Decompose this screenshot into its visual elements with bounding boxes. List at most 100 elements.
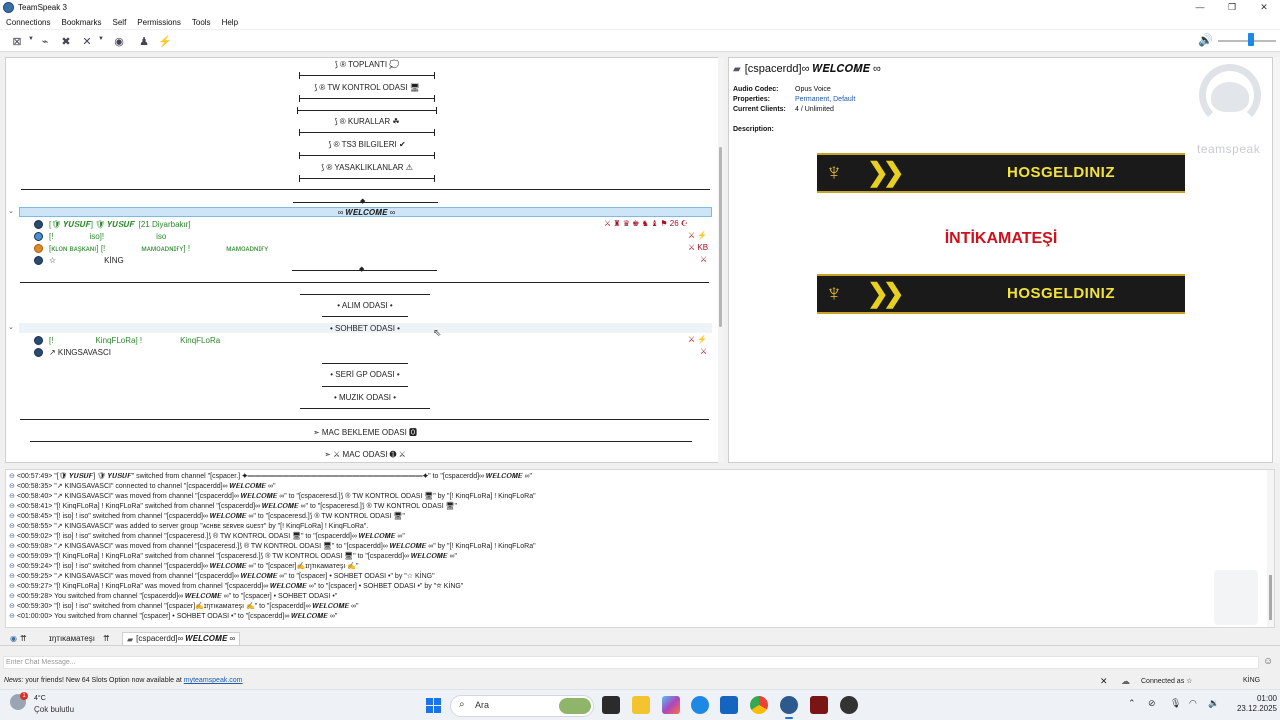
separator (299, 132, 435, 133)
away-icon[interactable]: ✖ (58, 33, 74, 49)
client-row[interactable]: [! iso]! iso (34, 231, 166, 242)
mute-microphone-icon[interactable]: ✕ (79, 33, 95, 49)
file-explorer-icon[interactable] (632, 696, 650, 714)
microphone-icon[interactable]: 🎙 (1170, 698, 1181, 709)
speaker-icon[interactable]: 🔊 (1198, 33, 1213, 47)
channel-tw-kontrol[interactable]: ⟆ ® TW KONTROL ODASI 🖥 (299, 83, 435, 92)
client-row[interactable]: ☆ KİNG (34, 255, 124, 266)
client-row[interactable]: [! KinqFLoRa] ! KinqFLoRa (34, 335, 220, 346)
client-row[interactable]: [🛡 𝒀𝑼𝑺𝑼𝑭] 🛡 𝒀𝑼𝑺𝑼𝑭 [21 Diyarbakır] (34, 219, 191, 230)
menu-help[interactable]: Help (222, 18, 238, 27)
contacts-icon[interactable]: ♟ (136, 33, 152, 49)
channel-yasakliklanlar[interactable]: ⟆ ® YASAKLIKLANLAR ⚠ (299, 163, 435, 172)
tab-welcome[interactable]: ▰ [cspacerdd]∞ 𝑾𝑬𝑳𝑪𝑶𝑴𝑬 ∞ (122, 632, 241, 645)
tray-chevron-icon[interactable]: ⌃ (1128, 698, 1136, 709)
separator (299, 75, 435, 76)
channel-sohbet[interactable]: • SOHBET ODASI • (300, 324, 430, 333)
cloud-icon: ☁ (1121, 676, 1130, 686)
bookmark-icon[interactable]: ⚡ (157, 33, 173, 49)
game-icon[interactable] (810, 696, 828, 714)
channel-mac-bekleme[interactable]: ➣ MAC BEKLEME ODASI 🅾 (290, 427, 440, 438)
log-scrollbar[interactable] (1267, 470, 1274, 627)
channel-muzik[interactable]: • MUZIK ODASI • (300, 393, 430, 402)
client-row[interactable]: ↗ KINGSAVASCI (34, 347, 111, 358)
properties-value[interactable]: Permanent, Default (795, 96, 855, 103)
mute-speakers-icon[interactable]: ◉ (111, 33, 127, 49)
minimize-button[interactable]: — (1184, 0, 1216, 15)
expand-caret-icon[interactable]: ⌄ (8, 323, 14, 331)
info-scrollbar[interactable] (1273, 57, 1280, 463)
menu-bookmarks[interactable]: Bookmarks (61, 18, 101, 27)
channel-ts3-bilgileri[interactable]: ⟆ ® TS3 BILGILERI ✔ (299, 140, 435, 149)
volume-slider-handle[interactable] (1248, 33, 1254, 46)
info-icon: ⊖ (9, 473, 15, 480)
teamspeak-taskbar-icon[interactable] (780, 696, 798, 719)
separator-tick (434, 72, 435, 79)
banner-text: HOSGELDINIZ (1006, 285, 1115, 302)
channel-alim[interactable]: • ALIM ODASI • (300, 301, 430, 310)
menu-tools[interactable]: Tools (192, 18, 211, 27)
log-line: ⊖ <00:58:55> "↗ KINGSAVASCI" was added to… (9, 523, 369, 530)
log-line: ⊖ <00:58:40> "↗ KINGSAVASCI" was moved fr… (9, 493, 536, 500)
expand-caret-icon[interactable]: ⌄ (8, 207, 14, 215)
separator-long (21, 189, 710, 190)
welcome-banner: ♆ ❯❯ HOSGELDINIZ (817, 274, 1185, 314)
chat-input[interactable]: Enter Chat Message... (3, 656, 1259, 669)
channel-seri-gp[interactable]: • SERİ GP ODASI • (300, 370, 430, 379)
log-line: ⊖ <00:59:25> "↗ KINGSAVASCI" was moved fr… (9, 573, 435, 580)
menu-self[interactable]: Self (113, 18, 127, 27)
chrome-icon[interactable] (750, 696, 768, 714)
menu-connections[interactable]: Connections (6, 18, 50, 27)
volume-icon[interactable]: 🔉 (1208, 698, 1219, 709)
search-highlight-icon (559, 698, 591, 714)
chevron-down-icon[interactable]: ▼ (98, 36, 104, 42)
connect-icon[interactable]: ⊠ (9, 33, 25, 49)
start-button[interactable] (426, 698, 441, 713)
restore-button[interactable]: ❐ (1216, 0, 1248, 15)
channel-toplanti[interactable]: ⟆ ® TOPLANTI 💭 (299, 60, 435, 69)
info-icon: ⊖ (9, 503, 15, 510)
separator-tick (297, 107, 298, 114)
faravahar-icon: ♆ (825, 159, 843, 186)
edge-icon[interactable] (691, 696, 709, 714)
separator (293, 202, 438, 203)
faravahar-icon: ♆ (825, 280, 843, 307)
clock[interactable]: 01:00 23.12.2025 (1225, 694, 1277, 714)
separator-diamond: ◆ (360, 198, 366, 205)
separator-diamond: ◆ (359, 266, 365, 273)
separator-long (30, 441, 692, 442)
wifi-icon[interactable]: ◠ (1189, 698, 1197, 709)
search-icon: ⌕ (459, 699, 465, 710)
volume-slider[interactable] (1218, 40, 1276, 42)
channel-kurallar[interactable]: ⟆ ® KURALLAR ☘ (299, 117, 435, 126)
store-icon[interactable] (720, 696, 738, 714)
client-row[interactable]: [ᴋʟᴏɴ ʙᴀşᴋᴀɴı] [! ᴍᴀᴍᴏᴀᴅɴɪғʏ] ! ᴍᴀᴍᴏᴀᴅɴɪ… (34, 243, 268, 254)
network-icon[interactable]: ⊘ (1148, 698, 1156, 709)
channel-info-panel: ▰ [cspacerdd]∞ 𝑾𝑬𝑳𝑪𝑶𝑴𝑬 ∞ Audio Codec: Opu… (728, 57, 1273, 463)
channel-welcome-selected[interactable]: ∞ 𝑾𝑬𝑳𝑪𝑶𝑴𝑬 ∞ (19, 207, 712, 217)
close-window-button[interactable]: ✕ (1248, 0, 1280, 15)
menu-permissions[interactable]: Permissions (137, 18, 181, 27)
task-view-icon[interactable] (602, 696, 620, 714)
close-news-icon[interactable]: ✕ (1100, 676, 1108, 687)
client-status-icon (34, 256, 43, 265)
channel-info-title: ▰ [cspacerdd]∞ 𝑾𝑬𝑳𝑪𝑶𝑴𝑬 ∞ (733, 63, 881, 76)
properties-label: Properties: (733, 96, 770, 103)
menu-bar: Connections Bookmarks Self Permissions T… (0, 15, 1280, 29)
chevron-down-icon[interactable]: ▼ (28, 36, 34, 42)
tree-scrollbar-thumb[interactable] (719, 147, 722, 327)
tree-scrollbar[interactable] (718, 57, 724, 463)
client-status-icon (34, 220, 43, 229)
client-name: ↗ KINGSAVASCI (49, 348, 111, 357)
emoji-icon[interactable]: ☺ (1263, 656, 1273, 667)
taskbar-search[interactable]: ⌕ Ara (450, 695, 594, 717)
disconnect-icon[interactable]: ⌁ (37, 33, 53, 49)
tab-intikam[interactable]: ɪŋтıĸaмaтeşı (49, 632, 95, 645)
log-scrollbar-thumb[interactable] (1269, 575, 1272, 620)
tab-server[interactable]: ◉ ⇈ (10, 632, 27, 645)
app-icon[interactable] (840, 696, 858, 714)
news-link[interactable]: myteamspeak.com (184, 677, 243, 684)
copilot-icon[interactable] (662, 696, 680, 714)
client-suffix: KinqFLoRa (180, 336, 221, 345)
channel-mac-odasi[interactable]: ➣ ⚔ MAC ODASI ➊ ⚔ (290, 450, 440, 459)
